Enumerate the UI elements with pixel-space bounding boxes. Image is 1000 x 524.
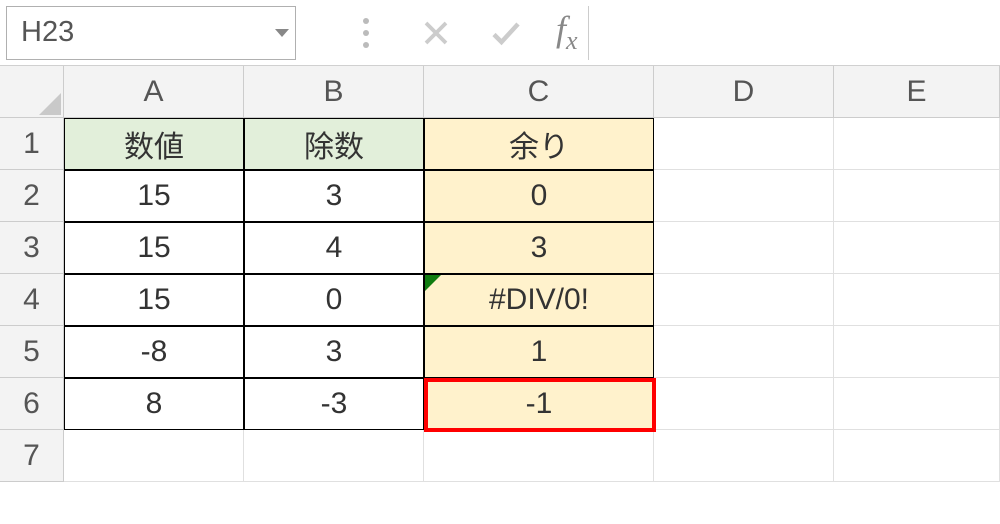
worksheet[interactable]: A B C D E 1 数値 除数 余り 2 15 3 0 3 15 4 3 4… — [0, 66, 1000, 482]
select-all-corner[interactable] — [0, 66, 64, 118]
insert-function-button[interactable]: fx — [556, 8, 578, 56]
cell-C4-value: #DIV/0! — [489, 283, 589, 317]
cell-D7[interactable] — [654, 430, 834, 482]
error-flag-icon[interactable] — [425, 275, 441, 291]
col-header-A[interactable]: A — [64, 66, 244, 118]
cell-B1[interactable]: 除数 — [244, 118, 424, 170]
cell-B6[interactable]: -3 — [244, 378, 424, 430]
formula-input[interactable] — [588, 6, 994, 60]
col-header-C[interactable]: C — [424, 66, 654, 118]
cell-E6[interactable] — [834, 378, 1000, 430]
cell-C5[interactable]: 1 — [424, 326, 654, 378]
row-6: 6 8 -3 -1 — [0, 378, 1000, 430]
cell-E3[interactable] — [834, 222, 1000, 274]
cell-E1[interactable] — [834, 118, 1000, 170]
name-box-value: H23 — [21, 16, 74, 49]
row-header-3[interactable]: 3 — [0, 222, 64, 274]
row-header-5[interactable]: 5 — [0, 326, 64, 378]
cell-C1[interactable]: 余り — [424, 118, 654, 170]
row-header-4[interactable]: 4 — [0, 274, 64, 326]
more-icon[interactable] — [346, 13, 386, 53]
cell-A7[interactable] — [64, 430, 244, 482]
cell-A5[interactable]: -8 — [64, 326, 244, 378]
cell-E4[interactable] — [834, 274, 1000, 326]
row-4: 4 15 0 #DIV/0! — [0, 274, 1000, 326]
cell-D5[interactable] — [654, 326, 834, 378]
row-header-6[interactable]: 6 — [0, 378, 64, 430]
cell-C3[interactable]: 3 — [424, 222, 654, 274]
cell-E5[interactable] — [834, 326, 1000, 378]
cell-D1[interactable] — [654, 118, 834, 170]
cell-C7[interactable] — [424, 430, 654, 482]
row-7: 7 — [0, 430, 1000, 482]
row-2: 2 15 3 0 — [0, 170, 1000, 222]
col-header-D[interactable]: D — [654, 66, 834, 118]
formula-bar: H23 fx — [0, 0, 1000, 66]
cell-B4[interactable]: 0 — [244, 274, 424, 326]
cell-B7[interactable] — [244, 430, 424, 482]
cell-E7[interactable] — [834, 430, 1000, 482]
enter-icon — [486, 13, 526, 53]
cell-A4[interactable]: 15 — [64, 274, 244, 326]
formula-bar-buttons: fx — [306, 8, 578, 56]
cell-A1[interactable]: 数値 — [64, 118, 244, 170]
row-3: 3 15 4 3 — [0, 222, 1000, 274]
cell-D6[interactable] — [654, 378, 834, 430]
cell-A3[interactable]: 15 — [64, 222, 244, 274]
cell-D2[interactable] — [654, 170, 834, 222]
row-1: 1 数値 除数 余り — [0, 118, 1000, 170]
row-5: 5 -8 3 1 — [0, 326, 1000, 378]
row-header-2[interactable]: 2 — [0, 170, 64, 222]
cell-A6[interactable]: 8 — [64, 378, 244, 430]
cell-B2[interactable]: 3 — [244, 170, 424, 222]
cell-C2[interactable]: 0 — [424, 170, 654, 222]
cell-C6[interactable]: -1 — [424, 378, 654, 430]
row-header-1[interactable]: 1 — [0, 118, 64, 170]
column-headers: A B C D E — [64, 66, 1000, 118]
cell-B5[interactable]: 3 — [244, 326, 424, 378]
cell-D3[interactable] — [654, 222, 834, 274]
col-header-B[interactable]: B — [244, 66, 424, 118]
cell-B3[interactable]: 4 — [244, 222, 424, 274]
row-header-7[interactable]: 7 — [0, 430, 64, 482]
name-box[interactable]: H23 — [6, 6, 296, 60]
cell-D4[interactable] — [654, 274, 834, 326]
cell-C4[interactable]: #DIV/0! — [424, 274, 654, 326]
chevron-down-icon[interactable] — [275, 29, 289, 37]
cell-A2[interactable]: 15 — [64, 170, 244, 222]
cell-E2[interactable] — [834, 170, 1000, 222]
col-header-E[interactable]: E — [834, 66, 1000, 118]
cancel-icon — [416, 13, 456, 53]
